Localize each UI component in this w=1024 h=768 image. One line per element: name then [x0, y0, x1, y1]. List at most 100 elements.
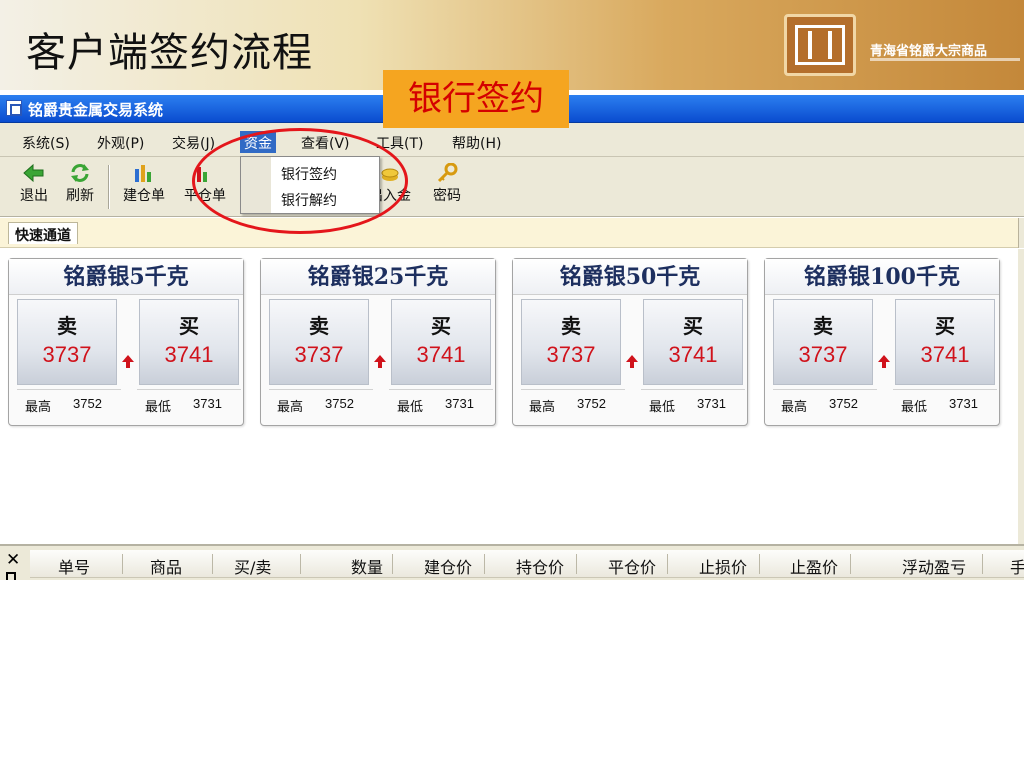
app-icon — [6, 100, 22, 116]
window-title: 铭爵贵金属交易系统 — [28, 101, 164, 119]
high-label: 最高 — [781, 400, 808, 415]
key-icon — [436, 162, 458, 183]
sell-button[interactable]: 卖 3737 — [17, 299, 117, 385]
refresh-label: 刷新 — [66, 188, 94, 204]
slide-title: 客户端签约流程 — [26, 30, 313, 76]
column-header-close-price[interactable]: 平仓价 — [608, 554, 656, 578]
price-up-arrow-icon — [122, 355, 134, 368]
low-label: 最低 — [649, 400, 676, 415]
high-value: 3752 — [829, 396, 858, 411]
open-position-label: 建仓单 — [123, 188, 165, 204]
buy-button[interactable]: 买 3741 — [139, 299, 239, 385]
bar-chart-red-icon — [194, 163, 216, 183]
sell-price: 3737 — [42, 342, 92, 367]
sell-button[interactable]: 卖 3737 — [773, 299, 873, 385]
low-label: 最低 — [397, 400, 424, 415]
vertical-scrollbar[interactable] — [1018, 218, 1024, 248]
column-header-quantity[interactable]: 数量 — [351, 554, 383, 578]
tab-quick-access[interactable]: 快速通道 — [8, 222, 78, 244]
column-divider[interactable] — [484, 554, 485, 574]
menu-trade[interactable]: 交易(J) — [168, 131, 219, 153]
buy-price: 3741 — [668, 342, 718, 367]
buy-label: 买 — [431, 314, 451, 338]
sell-label: 卖 — [57, 314, 77, 338]
positions-table-body — [0, 580, 1024, 768]
column-divider[interactable] — [392, 554, 393, 574]
high-price-stat: 最高 3752 — [269, 389, 373, 417]
column-header-open-price[interactable]: 建仓价 — [424, 554, 472, 578]
buy-button[interactable]: 买 3741 — [895, 299, 995, 385]
column-divider[interactable] — [576, 554, 577, 574]
column-divider[interactable] — [667, 554, 668, 574]
low-price-stat: 最低 3731 — [893, 389, 997, 417]
buy-button[interactable]: 买 3741 — [391, 299, 491, 385]
menu-appearance[interactable]: 外观(P) — [93, 131, 148, 153]
column-header-product[interactable]: 商品 — [150, 554, 182, 578]
menu-help[interactable]: 帮助(H) — [448, 131, 505, 153]
sell-button[interactable]: 卖 3737 — [521, 299, 621, 385]
sell-label: 卖 — [561, 314, 581, 338]
product-name: 铭爵银100千克 — [765, 259, 999, 295]
quick-access-bar: 快速通道 — [0, 218, 1024, 248]
column-header-side[interactable]: 买/卖 — [234, 554, 271, 578]
logo-mark — [795, 25, 845, 65]
low-value: 3731 — [697, 396, 726, 411]
product-name: 铭爵银5千克 — [9, 259, 243, 295]
toolbar: 退出 刷新 建仓单 平仓单 出入金 密码 — [0, 157, 1024, 217]
column-header-fee[interactable]: 手 — [1010, 554, 1024, 578]
bar-chart-icon — [133, 163, 155, 183]
buy-label: 买 — [179, 314, 199, 338]
menu-item-bank-sign[interactable]: 银行签约 — [281, 164, 337, 184]
column-divider[interactable] — [982, 554, 983, 574]
password-label: 密码 — [433, 188, 461, 204]
positions-panel: ✕ 单号 商品 买/卖 数量 建仓价 持仓价 平仓价 止损价 止盈价 浮动盈亏 … — [0, 544, 1024, 580]
open-position-button[interactable]: 建仓单 — [116, 161, 172, 213]
buy-label: 买 — [935, 314, 955, 338]
menu-funds[interactable]: 资金 — [240, 131, 276, 153]
low-label: 最低 — [145, 400, 172, 415]
password-button[interactable]: 密码 — [419, 161, 475, 213]
sell-button[interactable]: 卖 3737 — [269, 299, 369, 385]
back-arrow-icon — [23, 163, 45, 183]
high-value: 3752 — [73, 396, 102, 411]
menu-tools[interactable]: 工具(T) — [372, 131, 427, 153]
low-price-stat: 最低 3731 — [641, 389, 745, 417]
menu-item-bank-cancel[interactable]: 银行解约 — [281, 190, 337, 210]
low-price-stat: 最低 3731 — [389, 389, 493, 417]
product-card: 铭爵银50千克 卖 3737 买 3741 最高 3752 最低 3731 — [512, 258, 748, 426]
menu-system[interactable]: 系统(S) — [18, 131, 74, 153]
slide: 客户端签约流程 青海省铭爵大宗商品 银行签约 铭爵贵金属交易系统 系统(S) 外… — [0, 0, 1024, 768]
menu-view[interactable]: 查看(V) — [297, 131, 354, 153]
buy-button[interactable]: 买 3741 — [643, 299, 743, 385]
company-logo — [784, 14, 856, 76]
buy-price: 3741 — [920, 342, 970, 367]
toolbar-separator — [108, 165, 110, 209]
column-header-hold-price[interactable]: 持仓价 — [516, 554, 564, 578]
column-divider[interactable] — [300, 554, 301, 574]
product-name: 铭爵银25千克 — [261, 259, 495, 295]
column-divider[interactable] — [212, 554, 213, 574]
buy-price: 3741 — [416, 342, 466, 367]
pin-icon[interactable] — [6, 572, 16, 580]
buy-label: 买 — [683, 314, 703, 338]
column-header-take-profit[interactable]: 止盈价 — [790, 554, 838, 578]
column-header-floating-pnl[interactable]: 浮动盈亏 — [902, 554, 966, 578]
high-price-stat: 最高 3752 — [773, 389, 877, 417]
product-card: 铭爵银5千克 卖 3737 买 3741 最高 3752 最低 3731 — [8, 258, 244, 426]
price-up-arrow-icon — [878, 355, 890, 368]
high-value: 3752 — [325, 396, 354, 411]
column-divider[interactable] — [850, 554, 851, 574]
column-header-order-no[interactable]: 单号 — [58, 554, 90, 578]
positions-table-header: 单号 商品 买/卖 数量 建仓价 持仓价 平仓价 止损价 止盈价 浮动盈亏 手 — [30, 550, 1024, 578]
funds-dropdown-menu: 银行签约 银行解约 — [240, 156, 380, 214]
column-divider[interactable] — [759, 554, 760, 574]
menu-bar: 系统(S) 外观(P) 交易(J) 资金 查看(V) 工具(T) 帮助(H) — [0, 123, 1024, 157]
column-divider[interactable] — [122, 554, 123, 574]
close-position-button[interactable]: 平仓单 — [177, 161, 233, 213]
callout-label: 银行签约 — [383, 70, 569, 128]
sell-label: 卖 — [309, 314, 329, 338]
refresh-button[interactable]: 刷新 — [52, 161, 108, 213]
company-name: 青海省铭爵大宗商品 — [870, 44, 988, 59]
column-header-stop-loss[interactable]: 止损价 — [699, 554, 747, 578]
close-icon[interactable]: ✕ — [6, 550, 20, 570]
